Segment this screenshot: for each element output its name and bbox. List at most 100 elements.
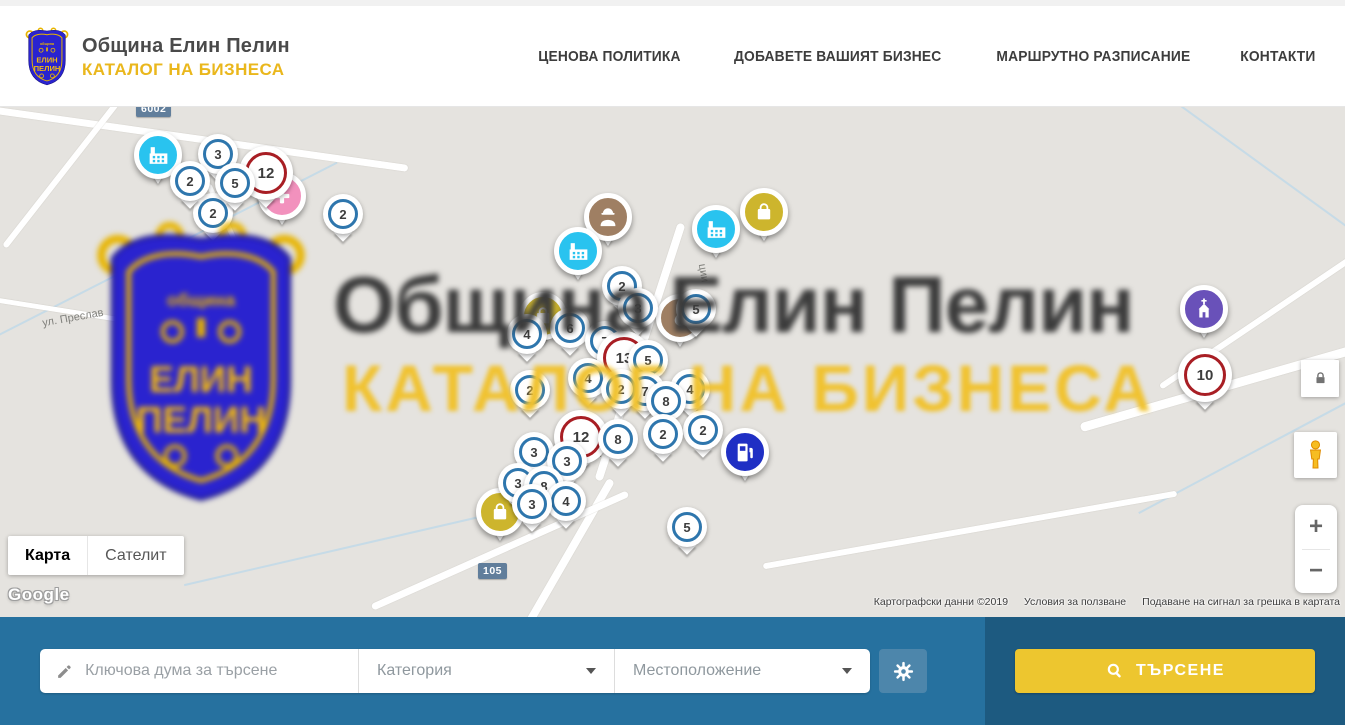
map-attribution: Картографски данни ©2019 Условия за полз…	[874, 596, 1340, 608]
search-bar-right-panel: ТЪРСЕНЕ	[985, 617, 1345, 725]
cluster-bubble: 5	[667, 507, 707, 547]
cluster-marker[interactable]: 5	[667, 507, 707, 547]
attribution-report-link[interactable]: Подаване на сигнал за грешка в картата	[1142, 596, 1340, 608]
cluster-bubble: 5	[215, 163, 255, 203]
search-bar: Категория Местоположение ТЪРСЕНЕ	[0, 617, 1345, 725]
cluster-marker[interactable]: 6	[550, 308, 590, 348]
cluster-count: 3	[517, 489, 547, 519]
chevron-down-icon	[842, 668, 852, 674]
pegman-icon	[1302, 439, 1329, 471]
cluster-count: 2	[328, 199, 358, 229]
bag-icon	[740, 188, 788, 236]
cluster-count: 5	[681, 294, 711, 324]
cluster-bubble: 10	[1178, 348, 1232, 402]
category-select[interactable]: Категория	[358, 649, 614, 693]
cluster-marker[interactable]: 2	[683, 410, 723, 450]
cluster-marker[interactable]: 2	[643, 414, 683, 454]
svg-text:община: община	[40, 42, 55, 46]
cluster-bubble: 2	[601, 369, 641, 409]
cluster-count: 5	[220, 168, 250, 198]
cluster-count: 8	[651, 386, 681, 416]
watermark-subtitle: КАТАЛОГ НА БИЗНЕСА	[342, 350, 1154, 426]
search-button-label: ТЪРСЕНЕ	[1136, 662, 1225, 680]
map-stream-line	[184, 510, 506, 586]
watermark-crest-icon: община ЕЛИН ПЕЛИН	[85, 212, 317, 517]
chevron-down-icon	[586, 668, 596, 674]
cluster-bubble: 2	[323, 194, 363, 234]
zoom-out-button[interactable]: −	[1295, 550, 1337, 594]
nav-pricing-policy[interactable]: ЦЕНОВА ПОЛИТИКА	[538, 48, 680, 65]
svg-text:ЕЛИН: ЕЛИН	[149, 359, 252, 400]
site-subtitle: КАТАЛОГ НА БИЗНЕСА	[82, 60, 290, 80]
pencil-icon	[56, 662, 73, 681]
attribution-copyright: Картографски данни ©2019	[874, 596, 1008, 608]
street-view-pegman-button[interactable]	[1294, 432, 1337, 478]
fuel-pin[interactable]	[721, 428, 769, 476]
google-map[interactable]: 6002 105 ул. Преслав бул. „Новоселци“ ци…	[0, 107, 1345, 617]
category-select-label: Категория	[377, 662, 452, 680]
nav-contacts[interactable]: КОНТАКТИ	[1240, 48, 1315, 65]
cluster-count: 2	[515, 375, 545, 405]
cluster-bubble: 2	[510, 370, 550, 410]
municipality-crest-icon: община ЕЛИН ПЕЛИН	[22, 26, 72, 88]
cluster-marker[interactable]: 2	[170, 161, 210, 201]
cluster-count: 2	[648, 419, 678, 449]
church-pin[interactable]	[1180, 285, 1228, 333]
cluster-marker[interactable]: 8	[598, 419, 638, 459]
cluster-marker[interactable]: 5	[676, 289, 716, 329]
attribution-terms-link[interactable]: Условия за ползване	[1024, 596, 1126, 608]
cluster-marker[interactable]: 2	[323, 194, 363, 234]
svg-text:ЕЛИН: ЕЛИН	[36, 56, 57, 65]
road-number-badge: 6002	[136, 107, 171, 117]
map-stream-line	[1118, 107, 1345, 296]
svg-text:община: община	[167, 290, 235, 310]
map-type-satellite-button[interactable]: Сателит	[87, 536, 183, 575]
map-road	[763, 491, 1178, 570]
cluster-marker[interactable]: 4	[546, 481, 586, 521]
factory-pin[interactable]	[554, 227, 602, 275]
cluster-bubble: 6	[550, 308, 590, 348]
cluster-marker[interactable]: 2	[601, 369, 641, 409]
cluster-bubble: 4	[507, 314, 547, 354]
cluster-bubble: 3	[512, 484, 552, 524]
cluster-bubble: 2	[683, 410, 723, 450]
watermark-title: Община Елин Пелин	[333, 259, 1134, 351]
cluster-marker[interactable]: 10	[1178, 348, 1232, 402]
site-title: Община Елин Пелин	[82, 35, 290, 58]
factory-pin[interactable]	[692, 205, 740, 253]
cluster-bubble: 2	[170, 161, 210, 201]
zoom-in-button[interactable]: +	[1295, 505, 1337, 549]
cluster-count: 5	[672, 512, 702, 542]
scroll-lock-button[interactable]	[1301, 360, 1339, 397]
cluster-marker[interactable]: 5	[215, 163, 255, 203]
search-button[interactable]: ТЪРСЕНЕ	[1015, 649, 1315, 693]
google-logo[interactable]: Google	[8, 585, 70, 605]
svg-text:ПЕЛИН: ПЕЛИН	[136, 400, 266, 441]
location-select[interactable]: Местоположение	[614, 649, 870, 693]
cluster-marker[interactable]: 2	[510, 370, 550, 410]
nav-add-your-business[interactable]: ДОБАВЕТЕ ВАШИЯТ БИЗНЕС	[734, 48, 941, 65]
cluster-count: 3	[623, 293, 653, 323]
cluster-marker[interactable]: 4	[507, 314, 547, 354]
svg-text:ПЕЛИН: ПЕЛИН	[34, 64, 61, 73]
map-type-map-button[interactable]: Карта	[8, 536, 87, 575]
road-number-badge: 105	[478, 563, 507, 579]
fuel-icon	[721, 428, 769, 476]
gear-icon	[892, 660, 915, 683]
cluster-marker[interactable]: 3	[512, 484, 552, 524]
nav-route-schedule[interactable]: МАРШРУТНО РАЗПИСАНИЕ	[997, 48, 1191, 65]
cluster-count: 2	[175, 166, 205, 196]
church-icon	[1180, 285, 1228, 333]
factory-icon	[692, 205, 740, 253]
brand-logo-link[interactable]: община ЕЛИН ПЕЛИН Община Елин Пелин КАТА…	[22, 26, 290, 88]
advanced-search-button[interactable]	[879, 649, 927, 693]
cluster-bubble: 4	[546, 481, 586, 521]
bag-pin[interactable]	[740, 188, 788, 236]
location-select-label: Местоположение	[633, 662, 761, 680]
cluster-bubble: 5	[676, 289, 716, 329]
cluster-count: 4	[573, 363, 603, 393]
cluster-bubble: 2	[643, 414, 683, 454]
keyword-search-input[interactable]	[85, 662, 346, 680]
zoom-control: + −	[1295, 505, 1337, 593]
cluster-count: 10	[1184, 354, 1226, 396]
